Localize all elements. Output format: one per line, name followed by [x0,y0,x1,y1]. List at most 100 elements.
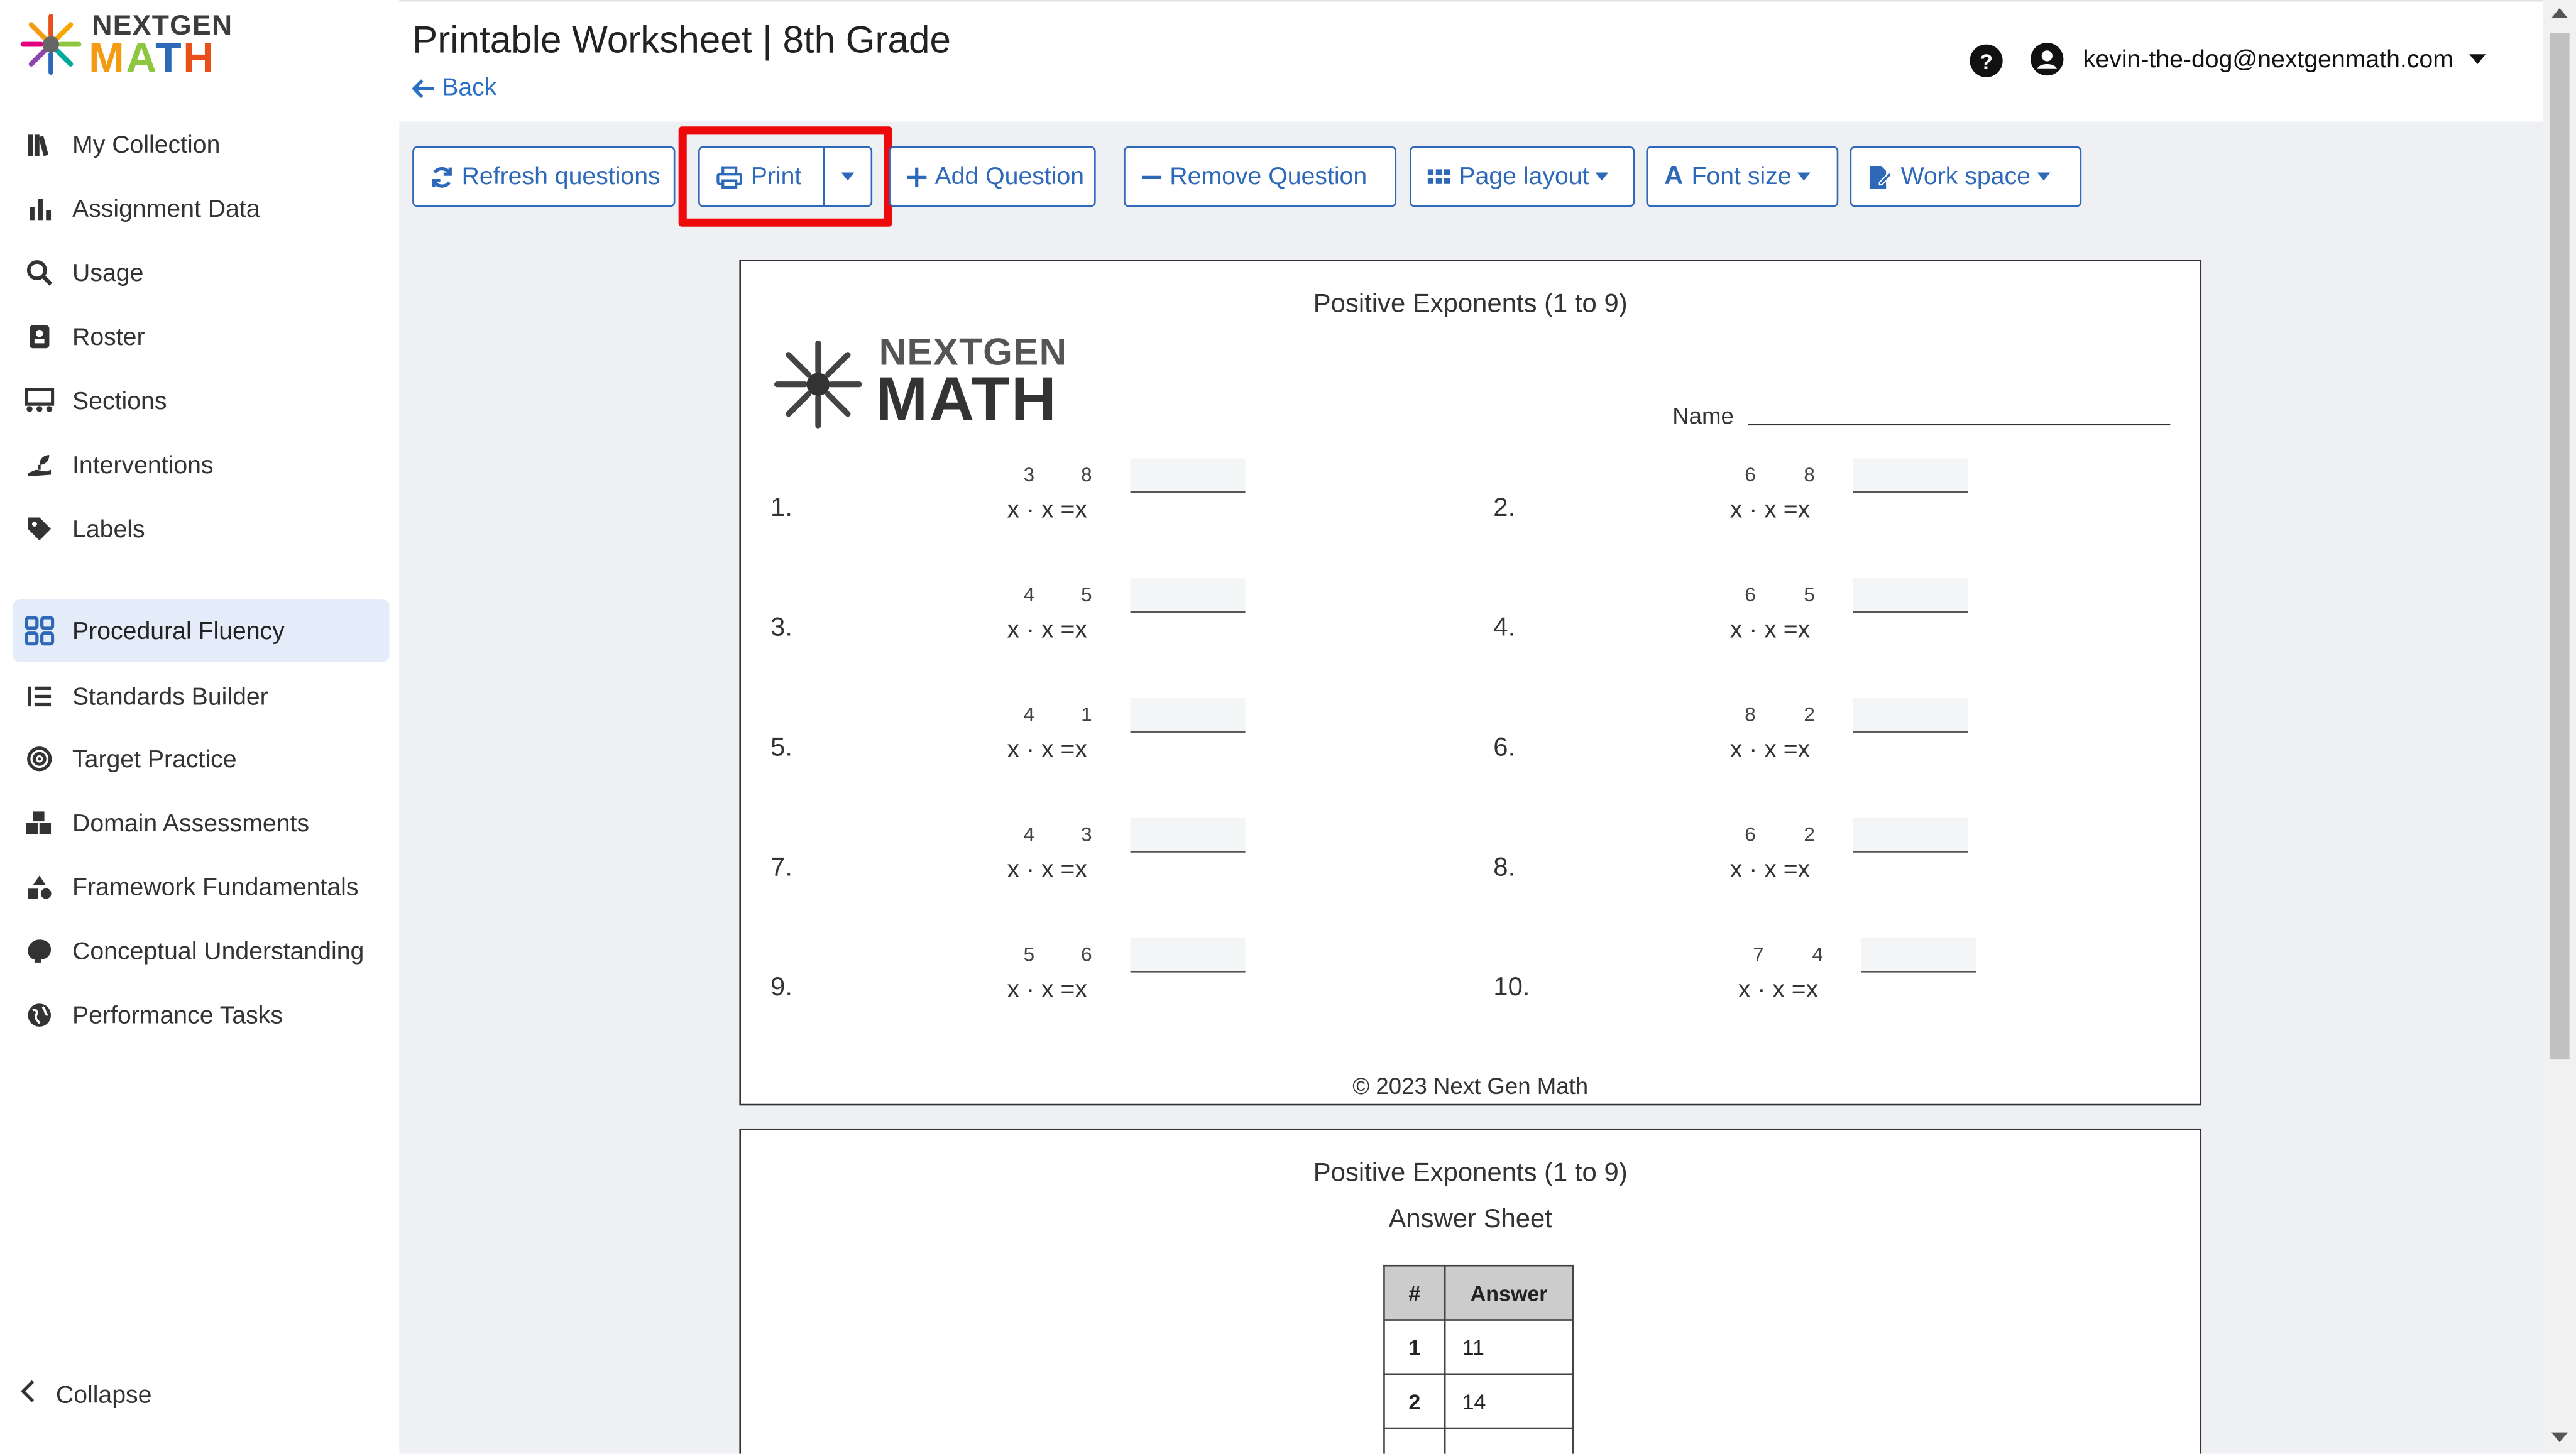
exponent-a: 6 [1745,823,1756,846]
help-icon[interactable]: ? [1970,44,2003,77]
sidebar-item-label: Interventions [72,451,214,479]
page-layout-label: Page layout [1459,162,1589,191]
add-question-button[interactable]: Add Question [889,146,1096,207]
sidebar-item-label: Labels [72,515,145,543]
exponent-a: 6 [1745,463,1756,486]
sidebar-item-assignment-data[interactable]: Assignment Data [13,177,390,239]
problem-number: 6. [1493,734,1516,762]
font-icon: A [1664,161,1684,190]
answer-sheet-page: Positive Exponents (1 to 9) Answer Sheet… [739,1128,2202,1454]
logo-text-bottom: MATH [89,33,216,82]
answer-blank[interactable] [1130,578,1246,613]
top-header: Printable Worksheet | 8th Grade Back ? k… [399,0,2543,124]
exponent-b: 8 [1081,463,1092,486]
back-label: Back [442,74,497,102]
copyright-text: © 2023 Next Gen Math [1352,1073,1589,1099]
font-size-label: Font size [1691,162,1792,191]
problem-number: 9. [770,974,792,1002]
refresh-questions-button[interactable]: Refresh questions [412,146,676,207]
answer-blank[interactable] [1130,937,1246,973]
account-menu[interactable]: kevin-the-dog@nextgenmath.com [2031,42,2487,76]
row-number: 1 [1383,1319,1446,1375]
sidebar-item-usage[interactable]: Usage [13,241,390,303]
sidebar-item-framework-fundamentals[interactable]: Framework Fundamentals [13,856,390,918]
answer-blank[interactable] [1861,937,1976,973]
scroll-down-icon[interactable] [2551,1432,2568,1443]
nextgen-math-logo[interactable]: NEXTGEN MATH [19,10,249,82]
expression: x · x =x [1007,616,1087,644]
expression: x · x =x [1729,736,1811,764]
sidebar-item-my-collection[interactable]: My Collection [13,113,390,175]
file-edit-icon [1868,163,1893,190]
answer-blank[interactable] [1130,817,1246,853]
col-answer-header: Answer [1444,1264,1574,1321]
name-line [1748,424,2171,426]
exponent-b: 5 [1081,583,1092,606]
page-scrollbar[interactable] [2543,0,2576,1454]
answer-blank[interactable] [1853,458,1968,493]
id-card-icon [23,320,56,353]
list-icon [23,680,56,713]
page-title: Printable Worksheet | 8th Grade [412,18,951,61]
plus-icon [907,167,927,187]
exponent-b: 1 [1081,702,1092,726]
sidebar: NEXTGEN MATH My Collection Assignment Da… [0,0,400,1454]
remove-question-label: Remove Question [1170,162,1367,191]
globe-icon [23,998,56,1031]
exponent-b: 3 [1081,823,1092,846]
row-answer: 11 [1444,1319,1574,1375]
exponent-b: 2 [1804,702,1815,726]
scrollbar-thumb[interactable] [2550,33,2570,1060]
answer-blank[interactable] [1130,698,1246,733]
worksheet-logo-bottom: MATH [875,366,1058,435]
exponent-a: 4 [1023,583,1035,606]
sidebar-item-interventions[interactable]: Interventions [13,434,390,496]
collapse-label: Collapse [55,1380,152,1409]
expression: x · x =x [1007,496,1087,524]
collapse-button[interactable]: Collapse [13,1367,152,1423]
sidebar-item-label: Usage [72,258,144,287]
answer-sheet-title: Positive Exponents (1 to 9) [1313,1159,1628,1188]
sidebar-item-label: Sections [72,386,167,415]
answer-blank[interactable] [1130,458,1246,493]
answer-blank[interactable] [1853,578,1968,613]
sidebar-item-roster[interactable]: Roster [13,305,390,368]
sidebar-item-standards-builder[interactable]: Standards Builder [13,665,390,728]
work-space-dropdown[interactable]: Work space [1850,146,2082,207]
answer-sheet-subtitle: Answer Sheet [1388,1205,1552,1234]
sidebar-item-procedural-fluency[interactable]: Procedural Fluency [13,599,390,662]
sidebar-item-conceptual-understanding[interactable]: Conceptual Understanding [13,920,390,982]
exponent-a: 3 [1023,463,1035,486]
main-content: Refresh questions Print Add Question Rem… [399,121,2543,1454]
font-size-dropdown[interactable]: A Font size [1646,146,1839,207]
sidebar-item-label: Procedural Fluency [72,616,285,645]
exponent-a: 8 [1745,702,1756,726]
arrow-left-icon [412,78,434,97]
sidebar-item-sections[interactable]: Sections [13,369,390,432]
scroll-up-icon[interactable] [2551,8,2568,18]
work-space-label: Work space [1900,162,2031,191]
sidebar-item-label: Domain Assessments [72,809,310,837]
worksheet-logo-starburst-icon [774,340,862,429]
exponent-b: 8 [1804,463,1815,486]
sidebar-item-performance-tasks[interactable]: Performance Tasks [13,984,390,1046]
problem-number: 5. [770,734,792,762]
page-layout-dropdown[interactable]: Page layout [1409,146,1635,207]
remove-question-button[interactable]: Remove Question [1124,146,1397,207]
grid-dots-icon [1427,168,1451,185]
back-link[interactable]: Back [412,74,496,102]
refresh-icon [430,165,454,189]
print-highlight-box [678,126,892,227]
expression: x · x =x [1007,736,1087,764]
answer-blank[interactable] [1853,817,1968,853]
svg-text:?: ? [1980,50,1993,74]
sidebar-item-domain-assessments[interactable]: Domain Assessments [13,792,390,854]
sections-icon [23,385,56,417]
answer-blank[interactable] [1853,698,1968,733]
expression: x · x =x [1738,975,1819,1004]
answer-table: # Answer 1 11 2 14 [1383,1264,1574,1454]
sidebar-item-labels[interactable]: Labels [13,498,390,560]
caret-down-icon [2470,54,2487,64]
books-icon [23,128,56,161]
sidebar-item-target-practice[interactable]: Target Practice [13,728,390,790]
